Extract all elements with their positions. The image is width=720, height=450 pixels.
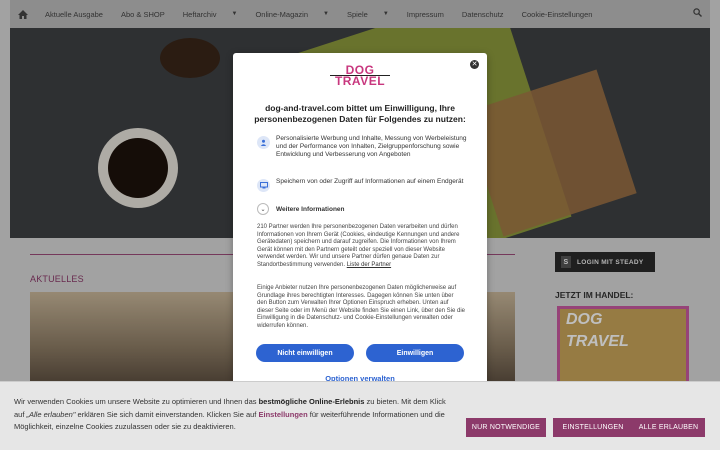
purpose-personalised-ads: Personalisierte Werbung und Inhalte, Mes… [257,135,467,159]
necessary-only-button[interactable]: NUR NOTWENDIGE [466,418,546,437]
cookie-text-part: Wir verwenden Cookies um unsere Website … [14,397,259,406]
close-icon[interactable]: ✕ [470,60,479,69]
consent-title: dog-and-travel.com bittet um Einwilligun… [254,103,466,124]
allow-all-button[interactable]: ALLE ERLAUBEN [632,418,705,437]
purpose-device-storage: Speichern von oder Zugriff auf Informati… [257,178,467,192]
decline-consent-button[interactable]: Nicht einwilligen [256,344,354,362]
user-icon [257,136,270,149]
more-info-toggle[interactable]: ⌄ Weitere Informationen [257,203,345,215]
cookie-settings-link[interactable]: Einstellungen [258,410,307,419]
cookie-text-italic: „Alle erlauben" [26,409,76,419]
cookie-text-bold: bestmögliche Online-Erlebnis [258,397,365,406]
cookie-banner: Wir verwenden Cookies um unsere Website … [0,381,720,450]
consent-paragraph-partners: 210 Partner werden Ihre personenbezogene… [257,224,465,270]
purpose-personalised-ads-text: Personalisierte Werbung und Inhalte, Mes… [276,135,467,158]
partner-list-link[interactable]: Liste der Partner [347,262,391,268]
accept-consent-button[interactable]: Einwilligen [366,344,464,362]
cookie-banner-text: Wir verwenden Cookies um unsere Website … [14,396,454,434]
chevron-down-icon: ⌄ [257,203,269,215]
dog-travel-logo: DOG TRAVEL [330,64,390,87]
purpose-device-storage-text: Speichern von oder Zugriff auf Informati… [276,178,464,185]
logo-line-2: TRAVEL [330,75,390,87]
consent-dialog: ✕ DOG TRAVEL dog-and-travel.com bittet u… [233,53,487,398]
cookie-text-part: erklären Sie sich damit einverstanden. K… [75,409,259,419]
consent-paragraph-legitimate-interest: Einige Anbieter nutzen Ihre personenbezo… [257,285,466,329]
device-icon [257,179,270,192]
cookie-settings-button[interactable]: EINSTELLUNGEN [553,418,633,437]
more-info-label: Weitere Informationen [276,205,345,213]
